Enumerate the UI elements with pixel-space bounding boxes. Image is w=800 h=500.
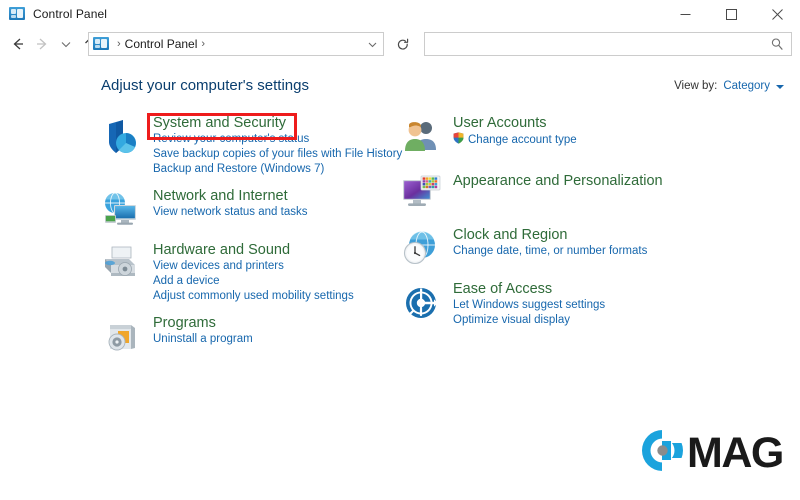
title-bar-left: Control Panel <box>0 7 107 21</box>
watermark-logo: MAG <box>639 427 783 479</box>
refresh-icon[interactable] <box>389 32 417 58</box>
title-bar: Control Panel <box>0 0 800 28</box>
right-category-column: User Accounts Change account type <box>401 114 731 338</box>
category-appearance-and-personalization[interactable]: Appearance and Personalization <box>401 172 731 216</box>
category-ease-of-access[interactable]: Ease of Access Let Windows suggest setti… <box>401 280 731 328</box>
category-link[interactable]: Save backup copies of your files with Fi… <box>153 147 401 162</box>
c-logo-icon <box>639 427 686 479</box>
category-link[interactable]: View devices and printers <box>153 259 401 274</box>
category-link-change-account-type[interactable]: Change account type <box>453 132 731 149</box>
category-link[interactable]: Adjust commonly used mobility settings <box>153 289 401 304</box>
view-by-label: View by: <box>674 80 717 92</box>
category-link[interactable]: Review your computer's status <box>153 132 401 147</box>
breadcrumb-separator-1: › <box>117 38 121 50</box>
uac-shield-icon <box>453 132 464 149</box>
category-title[interactable]: System and Security <box>153 114 286 132</box>
maximize-button[interactable] <box>708 0 754 28</box>
category-link[interactable]: Uninstall a program <box>153 332 401 347</box>
category-title[interactable]: Programs <box>153 314 216 332</box>
category-network-and-internet[interactable]: Network and Internet View network status… <box>101 187 401 231</box>
category-link[interactable]: Backup and Restore (Windows 7) <box>153 162 401 177</box>
category-system-and-security[interactable]: System and Security Review your computer… <box>101 114 401 177</box>
recent-locations-chevron-icon[interactable] <box>54 31 78 57</box>
window-title: Control Panel <box>33 7 107 21</box>
left-category-column: System and Security Review your computer… <box>101 114 401 368</box>
category-title[interactable]: Network and Internet <box>153 187 288 205</box>
category-title[interactable]: Clock and Region <box>453 226 567 244</box>
category-body: Ease of Access Let Windows suggest setti… <box>453 280 731 328</box>
category-link[interactable]: Change date, time, or number formats <box>453 244 731 259</box>
category-link[interactable]: Optimize visual display <box>453 313 731 328</box>
category-user-accounts[interactable]: User Accounts Change account type <box>401 114 731 162</box>
category-body: Clock and Region Change date, time, or n… <box>453 226 731 259</box>
category-clock-and-region[interactable]: Clock and Region Change date, time, or n… <box>401 226 731 270</box>
address-control-panel-icon <box>93 37 109 51</box>
search-box[interactable] <box>424 32 792 56</box>
category-programs[interactable]: Programs Uninstall a program <box>101 314 401 358</box>
users-icon <box>401 116 443 158</box>
link-text: Change account type <box>468 133 577 148</box>
category-body: Network and Internet View network status… <box>153 187 401 220</box>
address-chevron-down-icon[interactable] <box>361 33 383 55</box>
view-by-control[interactable]: View by: Category <box>674 80 784 92</box>
category-title[interactable]: User Accounts <box>453 114 547 132</box>
category-link[interactable]: View network status and tasks <box>153 205 401 220</box>
breadcrumb-control-panel[interactable]: Control Panel <box>125 37 198 51</box>
monitor-palette-icon <box>401 174 443 216</box>
category-body: Programs Uninstall a program <box>153 314 401 347</box>
watermark-text: MAG <box>687 431 783 475</box>
forward-arrow-icon <box>30 31 54 57</box>
search-icon[interactable] <box>766 33 788 55</box>
category-body: Hardware and Sound View devices and prin… <box>153 241 401 304</box>
programs-icon <box>101 316 143 358</box>
ease-of-access-icon <box>401 282 443 324</box>
category-body: User Accounts Change account type <box>453 114 731 149</box>
category-title[interactable]: Hardware and Sound <box>153 241 290 259</box>
address-bar[interactable]: › Control Panel › <box>88 32 384 56</box>
category-link[interactable]: Add a device <box>153 274 401 289</box>
page-title: Adjust your computer's settings <box>101 77 309 94</box>
category-body: Appearance and Personalization <box>453 172 731 190</box>
category-hardware-and-sound[interactable]: Hardware and Sound View devices and prin… <box>101 241 401 304</box>
category-title[interactable]: Appearance and Personalization <box>453 172 663 190</box>
globe-monitor-icon <box>101 189 143 231</box>
clock-globe-icon <box>401 228 443 270</box>
close-button[interactable] <box>754 0 800 28</box>
minimize-button[interactable] <box>662 0 708 28</box>
window-controls <box>662 0 800 28</box>
shield-icon <box>101 116 143 158</box>
control-panel-icon <box>9 7 25 21</box>
category-body: System and Security Review your computer… <box>153 114 401 177</box>
printer-icon <box>101 243 143 285</box>
category-link[interactable]: Let Windows suggest settings <box>453 298 731 313</box>
search-input[interactable] <box>425 36 766 52</box>
navigation-bar: › Control Panel › <box>0 28 800 60</box>
view-by-value[interactable]: Category <box>723 80 770 92</box>
category-title[interactable]: Ease of Access <box>453 280 552 298</box>
breadcrumb-separator-2[interactable]: › <box>201 38 205 50</box>
chevron-down-icon[interactable] <box>776 85 784 89</box>
back-arrow-icon[interactable] <box>6 31 30 57</box>
